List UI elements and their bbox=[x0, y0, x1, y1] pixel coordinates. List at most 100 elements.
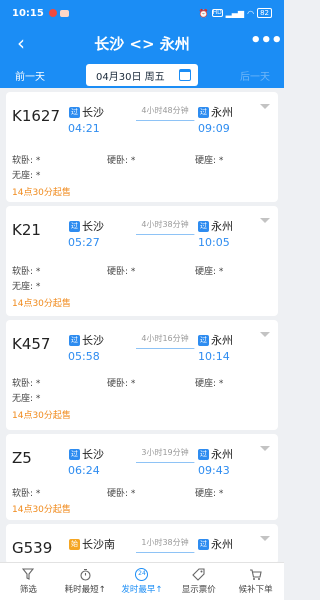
filter-tab[interactable]: 筛选 bbox=[0, 563, 57, 600]
cart-icon bbox=[249, 567, 263, 581]
hard-sleeper-availability: 硬卧: * bbox=[107, 156, 136, 166]
duration-arrow-line bbox=[136, 552, 192, 553]
sale-start-notice: 14点30分起售 bbox=[12, 505, 71, 515]
pass-through-badge: 过 bbox=[69, 449, 80, 460]
travel-duration: 4小时16分钟 bbox=[141, 334, 189, 343]
arrival-station: 永州 bbox=[211, 334, 233, 347]
departure-station: 长沙南 bbox=[82, 538, 115, 551]
no-seat-availability: 无座: * bbox=[12, 171, 41, 181]
price-tag-icon bbox=[192, 567, 206, 581]
arrival-station: 永州 bbox=[211, 448, 233, 461]
expand-chevron-icon[interactable] bbox=[260, 104, 270, 109]
train-card[interactable]: K1627 过 长沙 04:21 4小时48分钟 过 永州 09:09 软卧: … bbox=[6, 92, 278, 202]
train-number: K457 bbox=[12, 335, 51, 353]
pass-through-badge: 过 bbox=[198, 449, 209, 460]
duration-arrow-line bbox=[136, 348, 192, 349]
battery-icon: 82 bbox=[257, 8, 272, 18]
pass-through-badge: 过 bbox=[198, 539, 209, 550]
filter-icon bbox=[21, 567, 35, 581]
notification-app-icon-2 bbox=[59, 9, 69, 17]
hard-seat-availability: 硬座: * bbox=[195, 489, 224, 499]
date-picker[interactable]: 04月30日 周五 bbox=[86, 64, 198, 86]
departure-station: 长沙 bbox=[82, 334, 104, 347]
no-seat-availability: 无座: * bbox=[12, 394, 41, 404]
duration-arrow-line bbox=[136, 462, 192, 463]
departure-station: 长沙 bbox=[82, 448, 104, 461]
signal-icon: ▂▄▆ bbox=[225, 8, 245, 18]
pass-through-badge: 过 bbox=[69, 107, 80, 118]
sort-duration-label: 耗时最短↑ bbox=[64, 585, 106, 595]
sort-departure-label: 发时最早↑ bbox=[121, 585, 163, 595]
train-number: K21 bbox=[12, 221, 41, 239]
arrival-station: 永州 bbox=[211, 538, 233, 551]
train-number: K1627 bbox=[12, 107, 61, 125]
hard-sleeper-availability: 硬卧: * bbox=[107, 379, 136, 389]
train-number: Z5 bbox=[12, 449, 32, 467]
stopwatch-icon bbox=[78, 567, 92, 581]
notification-app-icon bbox=[48, 9, 57, 17]
train-number: G539 bbox=[12, 539, 53, 557]
hard-seat-availability: 硬座: * bbox=[195, 267, 224, 277]
date-bar: 前一天 04月30日 周五 后一天 bbox=[0, 62, 284, 88]
sale-start-notice: 14点30分起售 bbox=[12, 188, 71, 198]
pass-through-badge: 过 bbox=[69, 335, 80, 346]
wifi-icon: ◠ bbox=[247, 8, 255, 18]
hard-seat-availability: 硬座: * bbox=[195, 156, 224, 166]
previous-day-button[interactable]: 前一天 bbox=[15, 68, 45, 83]
train-card[interactable]: K457 过 长沙 05:58 4小时16分钟 过 永州 10:14 软卧: *… bbox=[6, 320, 278, 430]
clock-24-icon: 24 bbox=[135, 567, 149, 581]
sale-start-notice: 14点30分起售 bbox=[12, 411, 71, 421]
pass-through-badge: 过 bbox=[198, 221, 209, 232]
sort-duration-tab[interactable]: 耗时最短↑ bbox=[57, 563, 114, 600]
arrival-time: 09:43 bbox=[198, 464, 230, 477]
no-seat-availability: 无座: * bbox=[12, 282, 41, 292]
waitlist-order-tab[interactable]: 候补下单 bbox=[227, 563, 284, 600]
status-icons: ⏰ HD ▂▄▆ ◠ 82 bbox=[199, 8, 272, 18]
soft-sleeper-availability: 软卧: * bbox=[12, 489, 41, 499]
hard-seat-availability: 硬座: * bbox=[195, 379, 224, 389]
pass-through-badge: 过 bbox=[198, 107, 209, 118]
departure-station: 长沙 bbox=[82, 106, 104, 119]
expand-chevron-icon[interactable] bbox=[260, 446, 270, 451]
pass-through-badge: 过 bbox=[69, 221, 80, 232]
arrival-station: 永州 bbox=[211, 220, 233, 233]
departure-time: 05:27 bbox=[68, 236, 100, 249]
train-card[interactable]: Z5 过 长沙 06:24 3小时19分钟 过 永州 09:43 软卧: * 硬… bbox=[6, 434, 278, 520]
sort-departure-tab[interactable]: 24 发时最早↑ bbox=[114, 563, 171, 600]
travel-duration: 3小时19分钟 bbox=[141, 448, 189, 457]
departure-time: 05:58 bbox=[68, 350, 100, 363]
waitlist-order-label: 候补下单 bbox=[238, 585, 273, 595]
travel-duration: 1小时38分钟 bbox=[141, 538, 189, 547]
departure-time: 06:24 bbox=[68, 464, 100, 477]
travel-duration: 4小时38分钟 bbox=[141, 220, 189, 229]
travel-duration: 4小时48分钟 bbox=[141, 106, 189, 115]
show-price-tab[interactable]: 显示票价 bbox=[170, 563, 227, 600]
arrival-time: 10:14 bbox=[198, 350, 230, 363]
duration-arrow-line bbox=[136, 234, 192, 235]
expand-chevron-icon[interactable] bbox=[260, 332, 270, 337]
departure-time: 04:21 bbox=[68, 122, 100, 135]
status-time: 10:15 bbox=[12, 7, 44, 19]
expand-chevron-icon[interactable] bbox=[260, 218, 270, 223]
soft-sleeper-availability: 软卧: * bbox=[12, 379, 41, 389]
hd-icon: HD bbox=[211, 9, 223, 17]
soft-sleeper-availability: 软卧: * bbox=[12, 156, 41, 166]
chevron-left-icon: ‹ bbox=[17, 31, 25, 55]
more-menu-button[interactable]: ••• bbox=[250, 30, 283, 58]
back-button[interactable]: ‹ bbox=[8, 30, 34, 58]
bottom-toolbar: 筛选 耗时最短↑ 24 发时最早↑ 显示票价 候补下单 bbox=[0, 562, 284, 600]
soft-sleeper-availability: 软卧: * bbox=[12, 267, 41, 277]
expand-chevron-icon[interactable] bbox=[260, 536, 270, 541]
train-card[interactable]: K21 过 长沙 05:27 4小时38分钟 过 永州 10:05 软卧: * … bbox=[6, 206, 278, 316]
train-card[interactable]: G539 始 长沙南 1小时38分钟 过 永州 bbox=[6, 524, 278, 564]
hard-sleeper-availability: 硬卧: * bbox=[107, 267, 136, 277]
arrival-time: 10:05 bbox=[198, 236, 230, 249]
calendar-icon bbox=[179, 69, 191, 81]
app-header: ‹ 长沙 <> 永州 ••• bbox=[0, 26, 284, 62]
hard-sleeper-availability: 硬卧: * bbox=[107, 489, 136, 499]
pass-through-badge: 过 bbox=[198, 335, 209, 346]
page-title: 长沙 <> 永州 bbox=[94, 35, 190, 53]
next-day-button[interactable]: 后一天 bbox=[240, 68, 270, 83]
status-bar: 10:15 ⏰ HD ▂▄▆ ◠ 82 bbox=[0, 0, 284, 26]
sale-start-notice: 14点30分起售 bbox=[12, 299, 71, 309]
